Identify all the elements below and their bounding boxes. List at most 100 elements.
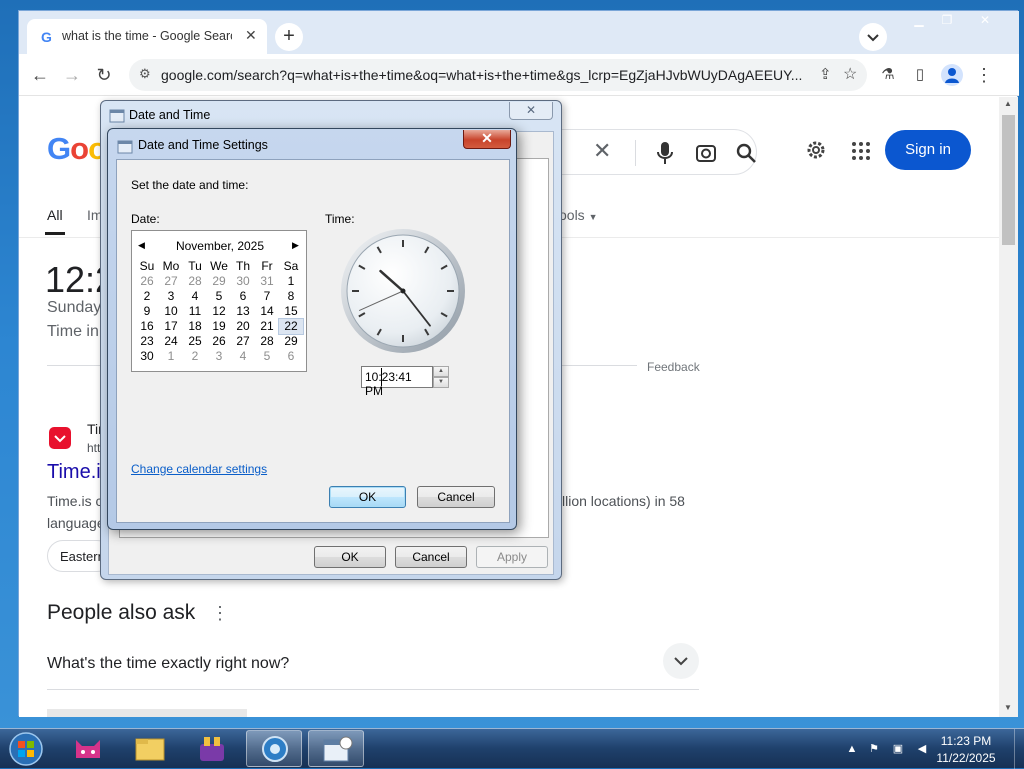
taskbar-app-cat[interactable] [60, 730, 116, 767]
calendar-day[interactable]: 17 [159, 319, 183, 334]
calendar-day[interactable]: 23 [135, 334, 159, 349]
microphone-icon[interactable] [657, 141, 673, 165]
calendar-day[interactable]: 30 [231, 274, 255, 289]
maximize-button[interactable]: ❐ [933, 11, 961, 29]
result-title-link[interactable]: Time.i [47, 461, 101, 484]
menu-kebab-icon[interactable]: ⋮ [973, 64, 995, 86]
calendar-day[interactable]: 31 [255, 274, 279, 289]
new-tab-button[interactable]: + [275, 23, 303, 51]
calendar-day[interactable]: 21 [255, 319, 279, 334]
time-field[interactable]: 10:23:41 PM [361, 366, 433, 398]
profile-avatar[interactable] [941, 64, 963, 86]
calendar-day[interactable]: 28 [255, 334, 279, 349]
google-logo[interactable]: Goo [47, 131, 107, 167]
address-bar[interactable]: ⚙ google.com/search?q=what+is+the+time&o… [129, 59, 867, 91]
settings-ok-button[interactable]: OK [329, 486, 406, 508]
apps-grid-icon[interactable] [851, 141, 871, 161]
calendar-day[interactable]: 27 [231, 334, 255, 349]
site-info-icon[interactable]: ⚙ [139, 66, 151, 82]
time-spinner[interactable]: ▲ ▼ [433, 366, 449, 388]
calendar-day[interactable]: 13 [231, 304, 255, 319]
calendar-day[interactable]: 4 [231, 349, 255, 364]
network-icon[interactable]: ▣ [890, 741, 906, 757]
forward-icon[interactable]: → [61, 64, 83, 86]
tray-clock-date[interactable]: 11/22/2025 [930, 751, 1002, 765]
scroll-down-icon[interactable]: ▼ [1004, 703, 1012, 712]
question-item[interactable]: What's the time exactly right now? [47, 655, 289, 673]
settings-close-button[interactable]: ✕ [463, 130, 511, 149]
calendar-day[interactable]: 4 [183, 289, 207, 304]
date-time-apply-button[interactable]: Apply [476, 546, 548, 568]
calendar-day[interactable]: 14 [255, 304, 279, 319]
calendar-day[interactable]: 28 [183, 274, 207, 289]
calendar-day[interactable]: 2 [183, 349, 207, 364]
taskbar-app-toaster[interactable] [184, 730, 240, 767]
date-time-close-button[interactable]: ✕ [509, 102, 553, 120]
calendar-day[interactable]: 5 [255, 349, 279, 364]
clear-search-icon[interactable]: ✕ [593, 138, 611, 164]
close-tab-icon[interactable]: ✕ [245, 27, 257, 44]
search-icon[interactable] [735, 142, 757, 164]
calendar-day[interactable]: 18 [183, 319, 207, 334]
start-button[interactable] [6, 731, 46, 767]
date-time-ok-button[interactable]: OK [314, 546, 386, 568]
calendar-day[interactable]: 8 [279, 289, 303, 304]
back-icon[interactable]: ← [29, 64, 51, 86]
calendar-day[interactable]: 1 [279, 274, 303, 289]
next-month-icon[interactable]: ▶ [292, 240, 299, 251]
reload-icon[interactable]: ↻ [93, 64, 115, 86]
calendar-day[interactable]: 12 [207, 304, 231, 319]
time-up-arrow-icon[interactable]: ▲ [433, 366, 449, 377]
calendar-day[interactable]: 25 [183, 334, 207, 349]
calendar-day[interactable]: 9 [135, 304, 159, 319]
calendar-day[interactable]: 20 [231, 319, 255, 334]
calendar-day[interactable]: 15 [279, 304, 303, 319]
share-icon[interactable]: ⇪ [819, 65, 832, 83]
calendar-day[interactable]: 26 [207, 334, 231, 349]
lens-camera-icon[interactable] [695, 142, 717, 164]
settings-cancel-button[interactable]: Cancel [417, 486, 495, 508]
page-scrollbar[interactable]: ▲ ▼ [999, 97, 1018, 717]
action-center-flag-icon[interactable]: ⚑ [866, 741, 882, 757]
calendar-day[interactable]: 19 [207, 319, 231, 334]
tools-button[interactable]: ools ▼ [559, 207, 598, 223]
calendar-day[interactable]: 30 [135, 349, 159, 364]
tab-all[interactable]: All [47, 207, 63, 223]
calendar-day[interactable]: 16 [135, 319, 159, 334]
labs-flask-icon[interactable]: ⚗ [877, 64, 899, 86]
close-window-button[interactable]: ✕ [967, 11, 1003, 29]
tab-search-button[interactable] [859, 23, 887, 51]
calendar-day[interactable]: 3 [159, 289, 183, 304]
calendar-day[interactable]: 5 [207, 289, 231, 304]
scrollbar-thumb[interactable] [1002, 115, 1015, 245]
calendar-day[interactable]: 2 [135, 289, 159, 304]
browser-tab[interactable]: G what is the time - Google Search ✕ [27, 19, 267, 54]
calendar-day[interactable]: 24 [159, 334, 183, 349]
settings-gear-icon[interactable] [805, 139, 827, 161]
date-time-cancel-button[interactable]: Cancel [395, 546, 467, 568]
calendar-day[interactable]: 29 [279, 334, 303, 349]
tray-clock-time[interactable]: 11:23 PM [930, 734, 1002, 748]
calendar-day[interactable]: 22 [278, 318, 304, 335]
previous-month-icon[interactable]: ◀ [138, 240, 145, 251]
calendar-day[interactable]: 10 [159, 304, 183, 319]
taskbar-chrome[interactable] [246, 730, 302, 767]
calendar-day[interactable]: 11 [183, 304, 207, 319]
calendar-day[interactable]: 1 [159, 349, 183, 364]
calendar-day[interactable]: 6 [279, 349, 303, 364]
minimize-button[interactable]: ▁ [905, 11, 933, 29]
calendar-day[interactable]: 29 [207, 274, 231, 289]
calendar-month-label[interactable]: November, 2025 [132, 239, 308, 253]
show-hidden-icons[interactable]: ▲ [844, 741, 860, 757]
change-calendar-settings-link[interactable]: Change calendar settings [131, 462, 267, 476]
question-item-cut[interactable] [47, 703, 447, 717]
scroll-up-icon[interactable]: ▲ [1004, 99, 1012, 108]
volume-muted-icon[interactable]: ◀ [914, 741, 930, 757]
taskbar-date-time[interactable] [308, 730, 364, 767]
time-down-arrow-icon[interactable]: ▼ [433, 377, 449, 388]
expand-question-button[interactable] [663, 643, 699, 679]
taskbar-file-explorer[interactable] [122, 730, 178, 767]
calendar-day[interactable]: 27 [159, 274, 183, 289]
bookmark-star-icon[interactable]: ☆ [843, 64, 857, 84]
calendar-day[interactable]: 26 [135, 274, 159, 289]
